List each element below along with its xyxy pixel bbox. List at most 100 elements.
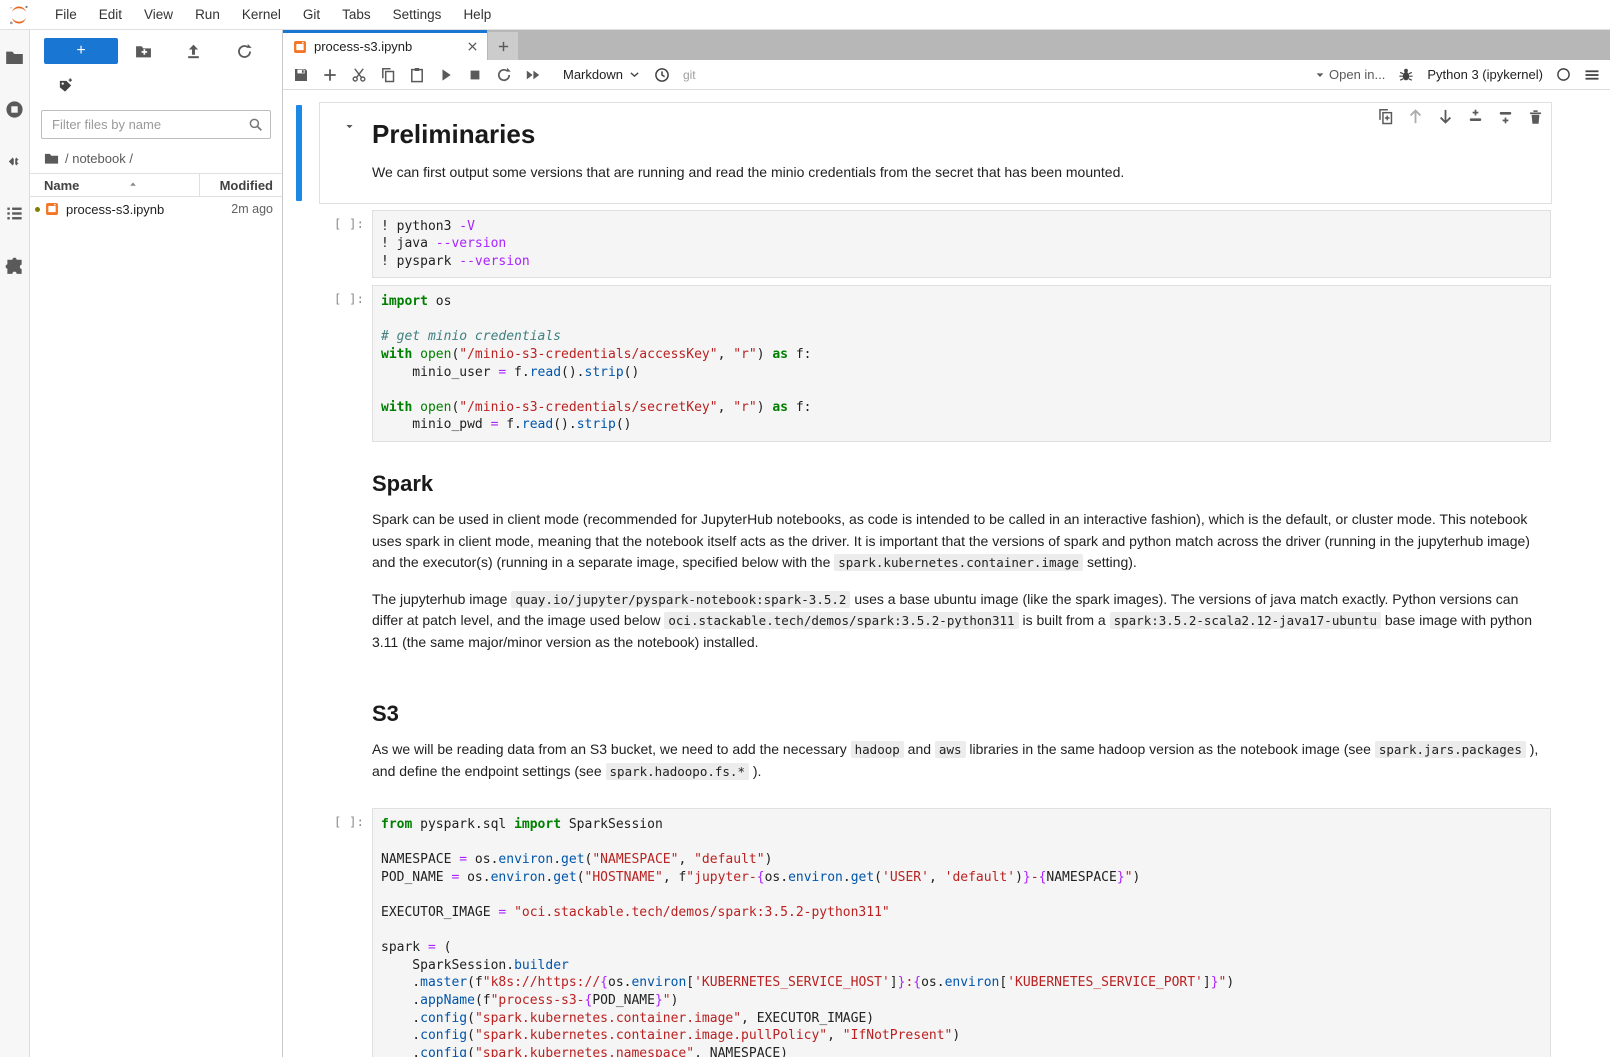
open-in-dropdown[interactable]: Open in...: [1314, 67, 1385, 82]
execution-count: [ ]:: [334, 291, 364, 306]
clone-repository-icon[interactable]: [58, 78, 73, 93]
code-editor[interactable]: from pyspark.sql import SparkSession NAM…: [372, 808, 1551, 1057]
cell-gutter: [320, 679, 372, 801]
inline-code: spark.jars.packages: [1375, 741, 1526, 758]
sort-asc-icon: [127, 179, 139, 191]
menu-item-edit[interactable]: Edit: [88, 7, 133, 22]
tab-label: process-s3.ipynb: [314, 39, 459, 54]
markdown-cell[interactable]: S3 As we will be reading data from an S3 …: [283, 678, 1610, 802]
notebook-file-icon: [293, 40, 307, 54]
file-row[interactable]: process-s3.ipynb 2m ago: [30, 197, 282, 221]
fast-forward-icon[interactable]: [525, 67, 541, 83]
code-editor[interactable]: ! python3 -V! java --version! pyspark --…: [372, 210, 1551, 279]
cell-selection-bar: [296, 105, 302, 201]
move-cell-down-icon[interactable]: [1437, 108, 1454, 125]
notebook-file-icon: [45, 202, 59, 216]
upload-icon[interactable]: [185, 43, 202, 60]
duplicate-cell-icon[interactable]: [1377, 108, 1394, 125]
markdown-paragraph: As we will be reading data from an S3 bu…: [372, 739, 1551, 782]
column-header-modified[interactable]: Modified: [200, 178, 282, 193]
file-name: process-s3.ipynb: [66, 202, 202, 217]
markdown-cell[interactable]: Spark Spark can be used in client mode (r…: [283, 448, 1610, 673]
markdown-heading: Preliminaries: [372, 119, 1551, 150]
search-icon: [248, 117, 263, 132]
insert-cell-above-icon[interactable]: [1467, 108, 1484, 125]
menu-item-settings[interactable]: Settings: [382, 7, 453, 22]
inline-code: hadoop: [851, 741, 904, 758]
inline-code: oci.stackable.tech/demos/spark:3.5.2-pyt…: [664, 612, 1018, 629]
close-tab-icon[interactable]: [466, 40, 479, 53]
collapse-heading-icon[interactable]: [344, 121, 355, 132]
rendered-markdown[interactable]: Preliminaries We can first output some ve…: [372, 103, 1551, 203]
cell-gutter: [ ]:: [320, 808, 372, 1057]
inline-code: spark.hadoopo.fs.*: [606, 763, 749, 780]
execution-count: [ ]:: [334, 216, 364, 231]
markdown-paragraph: We can first output some versions that a…: [372, 162, 1551, 184]
menu-item-view[interactable]: View: [133, 7, 184, 22]
clock-icon[interactable]: [654, 67, 670, 83]
markdown-heading: S3: [372, 701, 1551, 727]
rendered-markdown[interactable]: Spark Spark can be used in client mode (r…: [372, 449, 1551, 672]
cell-toolbar: [1377, 108, 1544, 125]
add-icon[interactable]: [322, 67, 338, 83]
run-icon[interactable]: [438, 67, 454, 83]
cell-type-dropdown[interactable]: Markdown: [563, 67, 641, 82]
restart-icon[interactable]: [496, 67, 512, 83]
menu-item-kernel[interactable]: Kernel: [231, 7, 292, 22]
git-icon[interactable]: [5, 152, 24, 171]
refresh-icon[interactable]: [236, 43, 253, 60]
delete-cell-icon[interactable]: [1527, 108, 1544, 125]
running-sessions-icon[interactable]: [5, 100, 24, 119]
menu-bar: FileEditViewRunKernelGitTabsSettingsHelp: [0, 0, 1610, 30]
new-tab-button[interactable]: [488, 32, 518, 60]
menu-item-git[interactable]: Git: [292, 7, 331, 22]
notebook-content: Preliminaries We can first output some ve…: [283, 90, 1610, 1057]
copy-icon[interactable]: [380, 67, 396, 83]
file-modified: 2m ago: [202, 202, 282, 216]
execution-count: [ ]:: [334, 814, 364, 829]
move-cell-up-icon[interactable]: [1407, 108, 1424, 125]
code-cell[interactable]: [ ]: from pyspark.sql import SparkSession…: [283, 807, 1610, 1057]
chevron-down-icon: [628, 68, 641, 81]
inline-code: quay.io/jupyter/pyspark-notebook:spark-3…: [511, 591, 850, 608]
menu-item-help[interactable]: Help: [452, 7, 502, 22]
filter-files-input[interactable]: [41, 110, 271, 139]
breadcrumb-path: / notebook /: [65, 151, 133, 166]
cell-gutter: [ ]:: [320, 210, 372, 279]
markdown-cell[interactable]: Preliminaries We can first output some ve…: [283, 102, 1610, 204]
menu-item-run[interactable]: Run: [184, 7, 231, 22]
cell-gutter: [320, 103, 372, 203]
code-cell[interactable]: [ ]: import os # get minio credentialswit…: [283, 284, 1610, 443]
bug-icon[interactable]: [1398, 67, 1414, 83]
menu-item-file[interactable]: File: [44, 7, 88, 22]
folder-icon: [44, 151, 59, 166]
kernel-name[interactable]: Python 3 (ipykernel): [1427, 67, 1543, 82]
extension-manager-icon[interactable]: [5, 256, 24, 275]
code-editor[interactable]: import os # get minio credentialswith op…: [372, 285, 1551, 442]
save-icon[interactable]: [293, 67, 309, 83]
cell-gutter: [ ]:: [320, 285, 372, 442]
tab-process-s3[interactable]: process-s3.ipynb: [283, 30, 487, 60]
table-of-contents-icon[interactable]: [5, 204, 24, 223]
git-toolbar-label: git: [683, 68, 696, 82]
paste-icon[interactable]: [409, 67, 425, 83]
new-folder-icon[interactable]: [135, 43, 152, 60]
insert-cell-below-icon[interactable]: [1497, 108, 1514, 125]
notebook-toolbar: Markdown git Open in... Python 3 (ipyker…: [283, 60, 1610, 90]
code-cell[interactable]: [ ]: ! python3 -V! java --version! pyspar…: [283, 209, 1610, 280]
breadcrumb[interactable]: / notebook /: [30, 145, 282, 173]
markdown-heading: Spark: [372, 471, 1551, 497]
kernel-status-icon[interactable]: [1556, 67, 1571, 82]
hamburger-icon[interactable]: [1584, 67, 1600, 83]
file-list-header: Name Modified: [30, 173, 282, 197]
add-icon: [497, 40, 510, 53]
menu-item-tabs[interactable]: Tabs: [331, 7, 382, 22]
tab-bar: process-s3.ipynb: [283, 30, 1610, 60]
stop-icon[interactable]: [467, 67, 483, 83]
column-header-name[interactable]: Name: [30, 174, 200, 196]
markdown-paragraph: Spark can be used in client mode (recomm…: [372, 509, 1551, 574]
rendered-markdown[interactable]: S3 As we will be reading data from an S3 …: [372, 679, 1551, 801]
cut-icon[interactable]: [351, 67, 367, 83]
folder-icon[interactable]: [5, 48, 24, 67]
new-launcher-button[interactable]: +: [44, 38, 118, 64]
